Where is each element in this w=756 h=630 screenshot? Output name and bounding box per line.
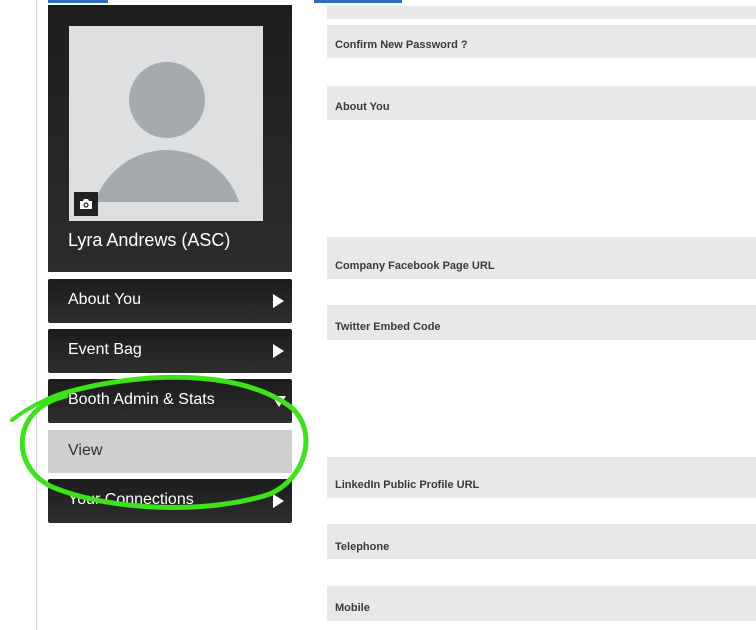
field-label-text: Mobile — [335, 602, 370, 614]
profile-card: Lyra Andrews (ASC) — [48, 5, 292, 272]
about-you-field[interactable] — [327, 120, 756, 237]
submenu-item-label: View — [68, 442, 103, 459]
profile-photo[interactable] — [69, 26, 263, 221]
facebook-url-field[interactable] — [327, 279, 756, 305]
field-label-telephone: Telephone — [327, 524, 756, 559]
field-label-twitter-embed: Twitter Embed Code — [327, 305, 756, 340]
profile-form: Confirm New Password ? About You Company… — [320, 0, 756, 630]
menu-item-your-connections[interactable]: Your Connections — [48, 479, 292, 523]
chevron-right-icon — [273, 344, 284, 358]
page-divider — [36, 0, 37, 630]
mobile-field[interactable] — [327, 621, 756, 630]
menu-item-label: Booth Admin & Stats — [68, 391, 215, 408]
menu-item-booth-admin-stats[interactable]: Booth Admin & Stats — [48, 379, 292, 423]
menu-item-about-you[interactable]: About You — [48, 279, 292, 323]
field-label-linkedin-url: LinkedIn Public Profile URL — [327, 457, 756, 498]
twitter-embed-field[interactable] — [327, 340, 756, 457]
field-label-text: LinkedIn Public Profile URL — [335, 479, 480, 491]
field-label-facebook-url: Company Facebook Page URL — [327, 237, 756, 279]
field-label-about-you: About You — [327, 86, 756, 120]
field-label-text: Company Facebook Page URL — [335, 260, 495, 272]
menu-item-label: Event Bag — [68, 341, 142, 358]
menu-item-label: About You — [68, 291, 141, 308]
profile-name: Lyra Andrews (ASC) — [68, 230, 231, 250]
linkedin-url-field[interactable] — [327, 498, 756, 524]
field-label-text: Telephone — [335, 541, 390, 553]
camera-glyph — [80, 199, 92, 209]
field-label-text: Twitter Embed Code — [335, 321, 441, 333]
submenu-item-view[interactable]: View — [48, 430, 292, 473]
form-top-strip — [327, 6, 756, 19]
top-accent-left — [48, 0, 108, 3]
telephone-field[interactable] — [327, 559, 756, 586]
menu-item-label: Your Connections — [68, 491, 194, 508]
avatar-head — [129, 62, 205, 138]
field-label-text: Confirm New Password ? — [335, 39, 468, 51]
camera-icon[interactable] — [74, 192, 98, 216]
menu-item-event-bag[interactable]: Event Bag — [48, 329, 292, 373]
chevron-right-icon — [273, 494, 284, 508]
avatar-base — [69, 202, 263, 221]
field-label-text: About You — [335, 101, 390, 113]
field-label-confirm-password: Confirm New Password ? — [327, 25, 756, 58]
chevron-right-icon — [273, 294, 284, 308]
confirm-password-field[interactable] — [327, 58, 756, 86]
chevron-down-icon — [272, 396, 286, 407]
field-label-mobile: Mobile — [327, 586, 756, 621]
